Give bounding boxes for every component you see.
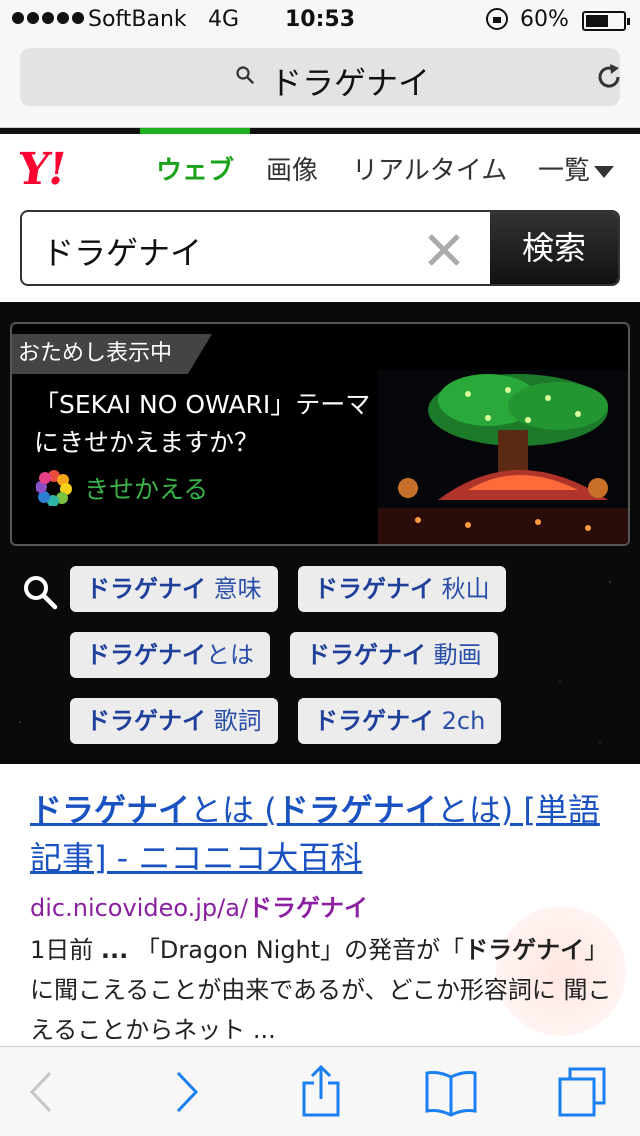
url-highlight: ドラゲナイ [248,894,369,922]
snippet-ellipsis: ... [100,936,129,964]
yahoo-logo[interactable]: Y! [14,144,68,195]
suggestion-keyword: ドラゲナイ [86,707,206,735]
theme-promo-card[interactable]: おためし表示中 「SEKAI NO OWARI」テーマ にきせかえますか？ きせ… [10,322,630,546]
promo-message: 「SEKAI NO OWARI」テーマ にきせかえますか？ [34,386,394,462]
clear-icon[interactable] [426,232,462,268]
suggestion-chip[interactable]: ドラゲナイ 秋山 [298,566,506,612]
trial-badge: おためし表示中 [12,334,213,374]
yahoo-header: Y! ウェブ 画像 リアルタイム 一覧 [0,134,640,202]
suggestion-extra: 意味 [213,575,262,603]
tab-more[interactable]: 一覧 [538,150,615,187]
suggestion-chip[interactable]: ドラゲナイ 歌詞 [70,698,278,744]
apply-theme-link[interactable]: きせかえる [36,470,208,506]
search-form: ドラゲナイ 検索 [20,210,620,286]
suggestion-extra: 2ch [441,707,486,735]
suggestion-keyword: ドラゲナイ [306,641,426,669]
forward-icon[interactable] [158,1065,212,1119]
url-text: dic.nicovideo.jp/a/ [30,894,249,922]
snippet-highlight: ドラゲナイ [464,936,585,964]
browser-toolbar [0,1046,640,1136]
share-icon[interactable] [294,1065,348,1119]
suggestion-chip[interactable]: ドラゲナイとは [70,632,270,678]
title-highlight: ドラゲナイ [276,791,437,829]
back-icon[interactable] [16,1065,70,1119]
browser-address-area: ドラゲナイ [0,40,640,128]
suggestion-keyword: ドラゲナイ [314,575,434,603]
tab-realtime[interactable]: リアルタイム [352,150,507,187]
suggestion-keyword: ドラゲナイ [86,641,206,669]
promo-line-2: にきせかえますか？ [34,428,260,457]
status-bar: SoftBank 4G 10:53 60% [0,0,640,40]
snippet-text: 1日前 [30,936,101,964]
result-url: dic.nicovideo.jp/a/ドラゲナイ [30,888,368,923]
suggestion-extra: 動画 [433,641,482,669]
title-text: とは ( [190,791,277,829]
theme-flower-icon [36,470,72,506]
suggestion-keyword: ドラゲナイ [86,575,206,603]
battery-level [586,15,608,27]
suggestion-chip[interactable]: ドラゲナイ 動画 [290,632,498,678]
bookmarks-icon[interactable] [424,1065,478,1119]
suggestion-extra: 歌詞 [213,707,262,735]
tab-web[interactable]: ウェブ [156,150,234,187]
promo-line-1: 「SEKAI NO OWARI」テーマ [34,390,371,419]
suggestion-extra: 秋山 [441,575,490,603]
chevron-down-icon [594,165,615,178]
battery-percent: 60% [520,7,569,32]
search-icon [236,66,254,84]
suggestion-chip[interactable]: ドラゲナイ 2ch [298,698,502,744]
apply-theme-label: きせかえる [84,475,209,504]
tab-more-label: 一覧 [538,156,591,186]
suggestion-chip[interactable]: ドラゲナイ 意味 [70,566,278,612]
result-title-link[interactable]: ドラゲナイとは (ドラゲナイとは) [単語記事] - ニコニコ大百科 [30,786,620,882]
search-input[interactable]: ドラゲナイ [42,228,202,274]
concert-stage-image [378,370,628,544]
suggestion-keyword: ドラゲナイ [314,707,434,735]
search-button[interactable]: 検索 [490,212,618,284]
address-text: ドラゲナイ [270,64,431,102]
search-icon [24,576,58,610]
snippet-text: 「Dragon Night」の発音が「 [128,936,465,964]
address-bar[interactable]: ドラゲナイ [20,48,620,106]
result-snippet: 1日前 ... 「Dragon Night」の発音が「ドラゲナイ」に聞こえること… [30,930,620,1050]
battery-icon [582,11,630,31]
tab-images[interactable]: 画像 [266,150,318,187]
rotation-lock-icon [486,8,508,30]
title-highlight: ドラゲナイ [30,791,191,829]
tabs-icon[interactable] [556,1065,610,1119]
reload-icon[interactable] [594,62,624,92]
suggestion-extra: とは [206,641,254,669]
theme-panel: おためし表示中 「SEKAI NO OWARI」テーマ にきせかえますか？ きせ… [0,302,640,764]
